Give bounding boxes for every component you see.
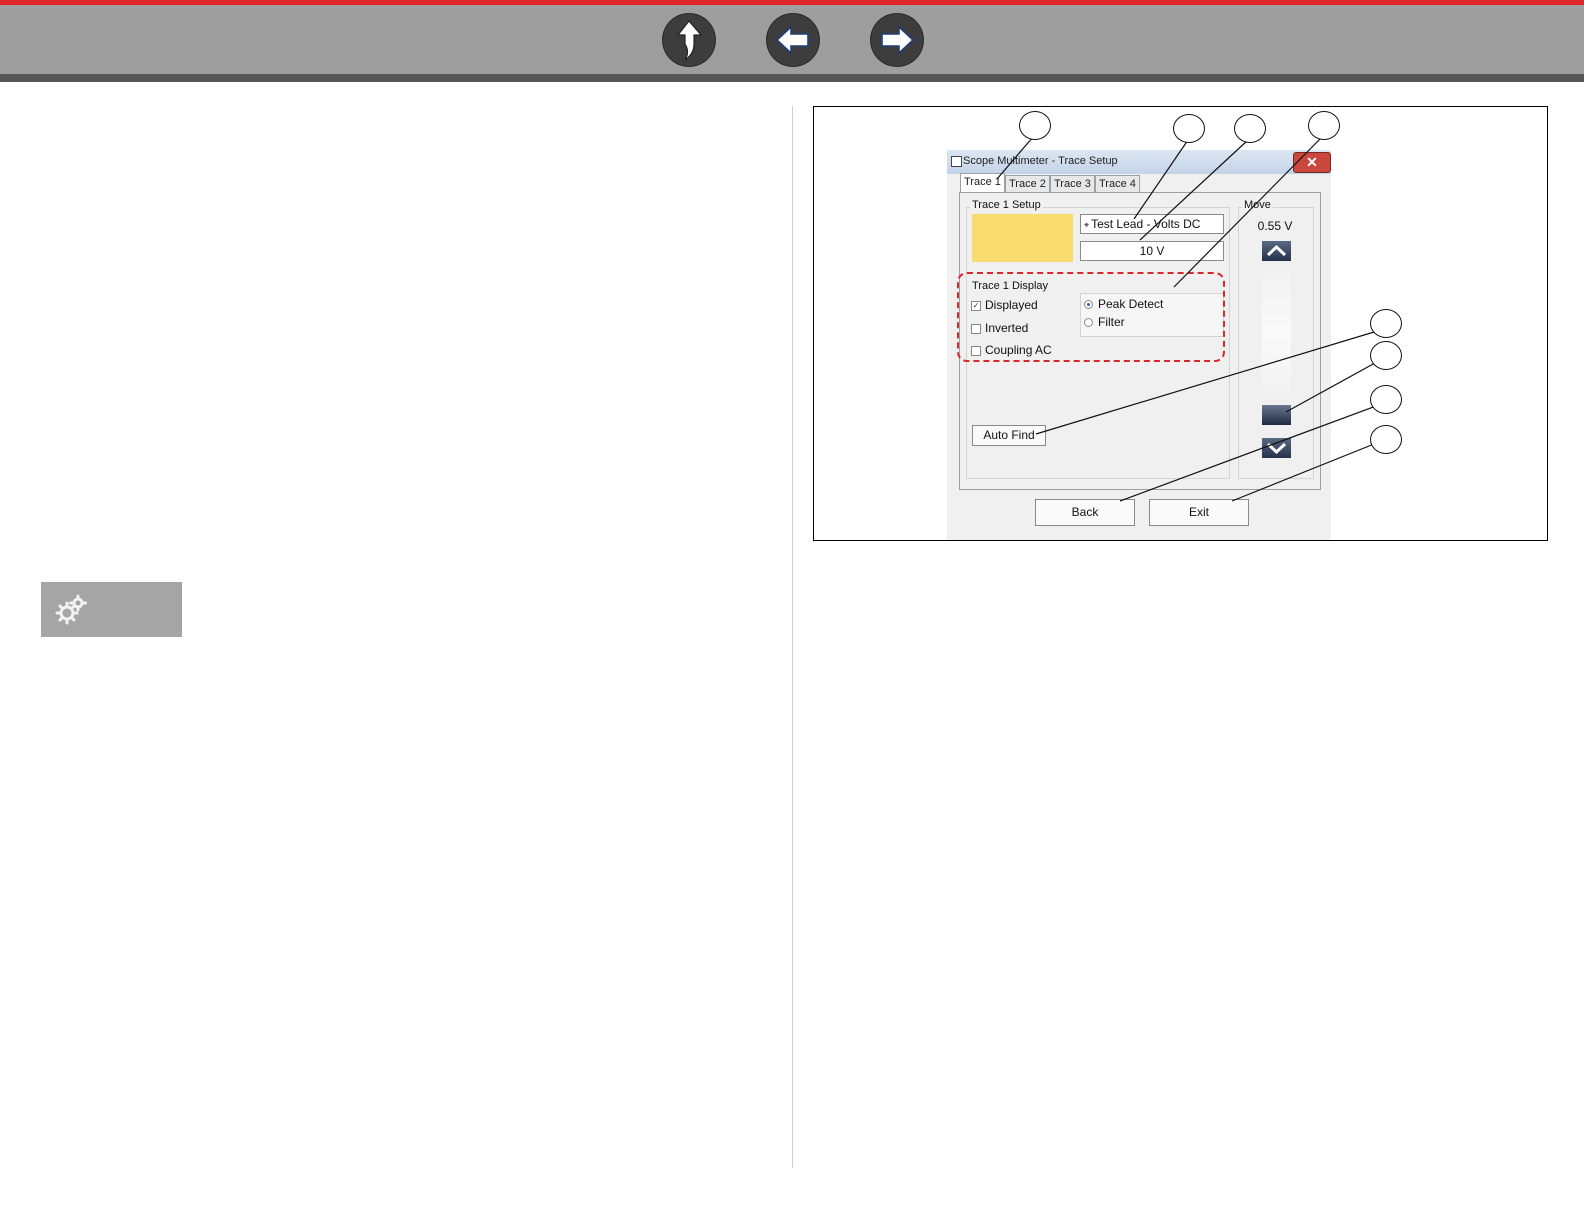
move-slider-track[interactable]: [1262, 263, 1291, 403]
settings-icon-tile: [41, 582, 182, 637]
column-divider: [792, 106, 793, 1168]
callout-2: [1173, 114, 1205, 143]
trace-setup-group-label: Trace 1 Setup: [970, 199, 1043, 211]
app-window-icon: [951, 156, 962, 167]
probe-icon: ⌖: [1084, 220, 1090, 230]
callout-6: [1370, 341, 1402, 370]
exit-button[interactable]: Exit: [1149, 499, 1249, 526]
dialog-title: Scope Multimeter - Trace Setup: [963, 155, 1118, 167]
tab-trace-1[interactable]: Trace 1: [960, 173, 1005, 194]
tab-trace-4[interactable]: Trace 4: [1095, 175, 1140, 193]
move-down-button[interactable]: [1262, 438, 1291, 458]
tab-trace-3[interactable]: Trace 3: [1050, 175, 1095, 193]
toolbar-bottom-stripe: [0, 74, 1584, 82]
callout-8: [1370, 425, 1402, 454]
dialog-title-bar: Scope Multimeter - Trace Setup ✕: [947, 150, 1331, 174]
callout-3: [1234, 114, 1266, 143]
move-value: 0.55 V: [1257, 219, 1293, 233]
back-nav-button[interactable]: [767, 14, 819, 66]
home-button[interactable]: [663, 14, 715, 66]
scale-field[interactable]: 10 V: [1080, 241, 1224, 261]
callout-7: [1370, 385, 1402, 414]
figure-frame: Scope Multimeter - Trace Setup ✕ Trace 1…: [813, 106, 1548, 541]
chevron-down-icon: [1266, 442, 1287, 455]
auto-find-button[interactable]: Auto Find: [972, 425, 1046, 446]
move-group-label: Move: [1242, 199, 1273, 211]
move-slider-thumb[interactable]: [1262, 405, 1291, 425]
trace-setup-dialog: Scope Multimeter - Trace Setup ✕ Trace 1…: [947, 150, 1331, 540]
toolbar-accent-stripe: [0, 0, 1584, 5]
top-toolbar: [0, 0, 1584, 82]
tab-trace-2[interactable]: Trace 2: [1005, 175, 1050, 193]
right-arrow-icon: [881, 25, 915, 55]
left-arrow-icon: [775, 25, 809, 55]
close-button[interactable]: ✕: [1293, 152, 1331, 173]
trace-color-swatch[interactable]: [972, 214, 1073, 262]
move-up-button[interactable]: [1262, 241, 1291, 261]
chevron-up-icon: [1266, 244, 1287, 257]
callout-4: [1308, 111, 1340, 140]
callout-1: [1019, 111, 1051, 140]
up-arrow-icon: [676, 20, 703, 61]
input-source-field[interactable]: ⌖ Test Lead - Volts DC: [1080, 214, 1224, 234]
forward-nav-button[interactable]: [871, 14, 923, 66]
display-options-highlight: [957, 272, 1225, 362]
gears-icon: [55, 594, 87, 625]
callout-5: [1370, 309, 1402, 338]
back-button[interactable]: Back: [1035, 499, 1135, 526]
input-source-value: Test Lead - Volts DC: [1091, 217, 1201, 231]
